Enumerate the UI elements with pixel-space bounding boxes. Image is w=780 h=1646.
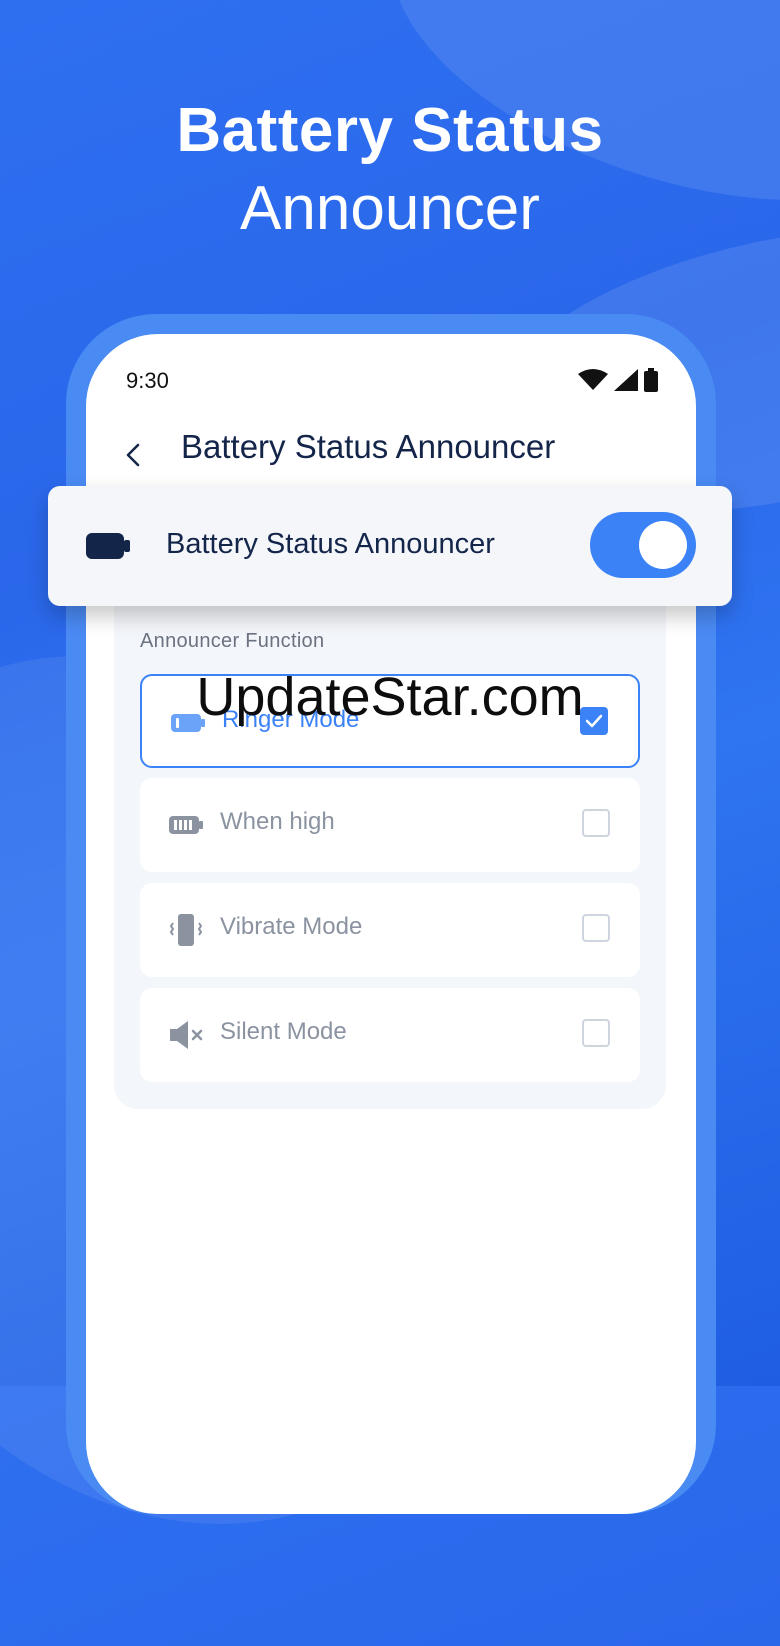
master-toggle-switch[interactable]	[590, 512, 696, 578]
chevron-left-icon[interactable]	[120, 432, 150, 478]
status-time: 9:30	[126, 368, 169, 393]
option-label: Vibrate Mode	[220, 913, 363, 940]
battery-full-icon	[169, 816, 203, 834]
option-label: When high	[220, 808, 335, 835]
checkbox-unchecked[interactable]	[582, 809, 610, 837]
promo-headline: Battery Status Announcer	[0, 92, 780, 248]
toggle-knob	[639, 521, 687, 569]
option-label: Silent Mode	[220, 1018, 347, 1045]
checkbox-unchecked[interactable]	[582, 1019, 610, 1047]
vibrate-icon	[169, 914, 203, 946]
status-icons	[578, 368, 658, 392]
app-title: Battery Status Announcer	[181, 428, 556, 465]
headline-line-1: Battery Status	[176, 96, 604, 165]
app-bar: Battery Status Announcer	[86, 424, 696, 490]
master-toggle-card[interactable]: Battery Status Announcer	[48, 486, 732, 606]
section-label: Announcer Function	[140, 630, 325, 652]
status-bar: 9:30	[86, 334, 696, 424]
battery-icon	[86, 533, 130, 559]
speaker-mute-icon	[170, 1021, 203, 1049]
battery-icon	[644, 368, 658, 392]
signal-icon	[614, 369, 638, 391]
option-when-high[interactable]: When high	[140, 778, 640, 872]
wifi-icon	[578, 369, 608, 390]
checkbox-unchecked[interactable]	[582, 914, 610, 942]
headline-line-2: Announcer	[240, 174, 540, 243]
announcer-function-panel: Announcer Function Ringer Mode When high…	[114, 584, 666, 1109]
master-toggle-label: Battery Status Announcer	[166, 528, 495, 560]
watermark: UpdateStar.com	[196, 667, 584, 727]
option-silent-mode[interactable]: Silent Mode	[140, 988, 640, 1082]
option-vibrate-mode[interactable]: Vibrate Mode	[140, 883, 640, 977]
